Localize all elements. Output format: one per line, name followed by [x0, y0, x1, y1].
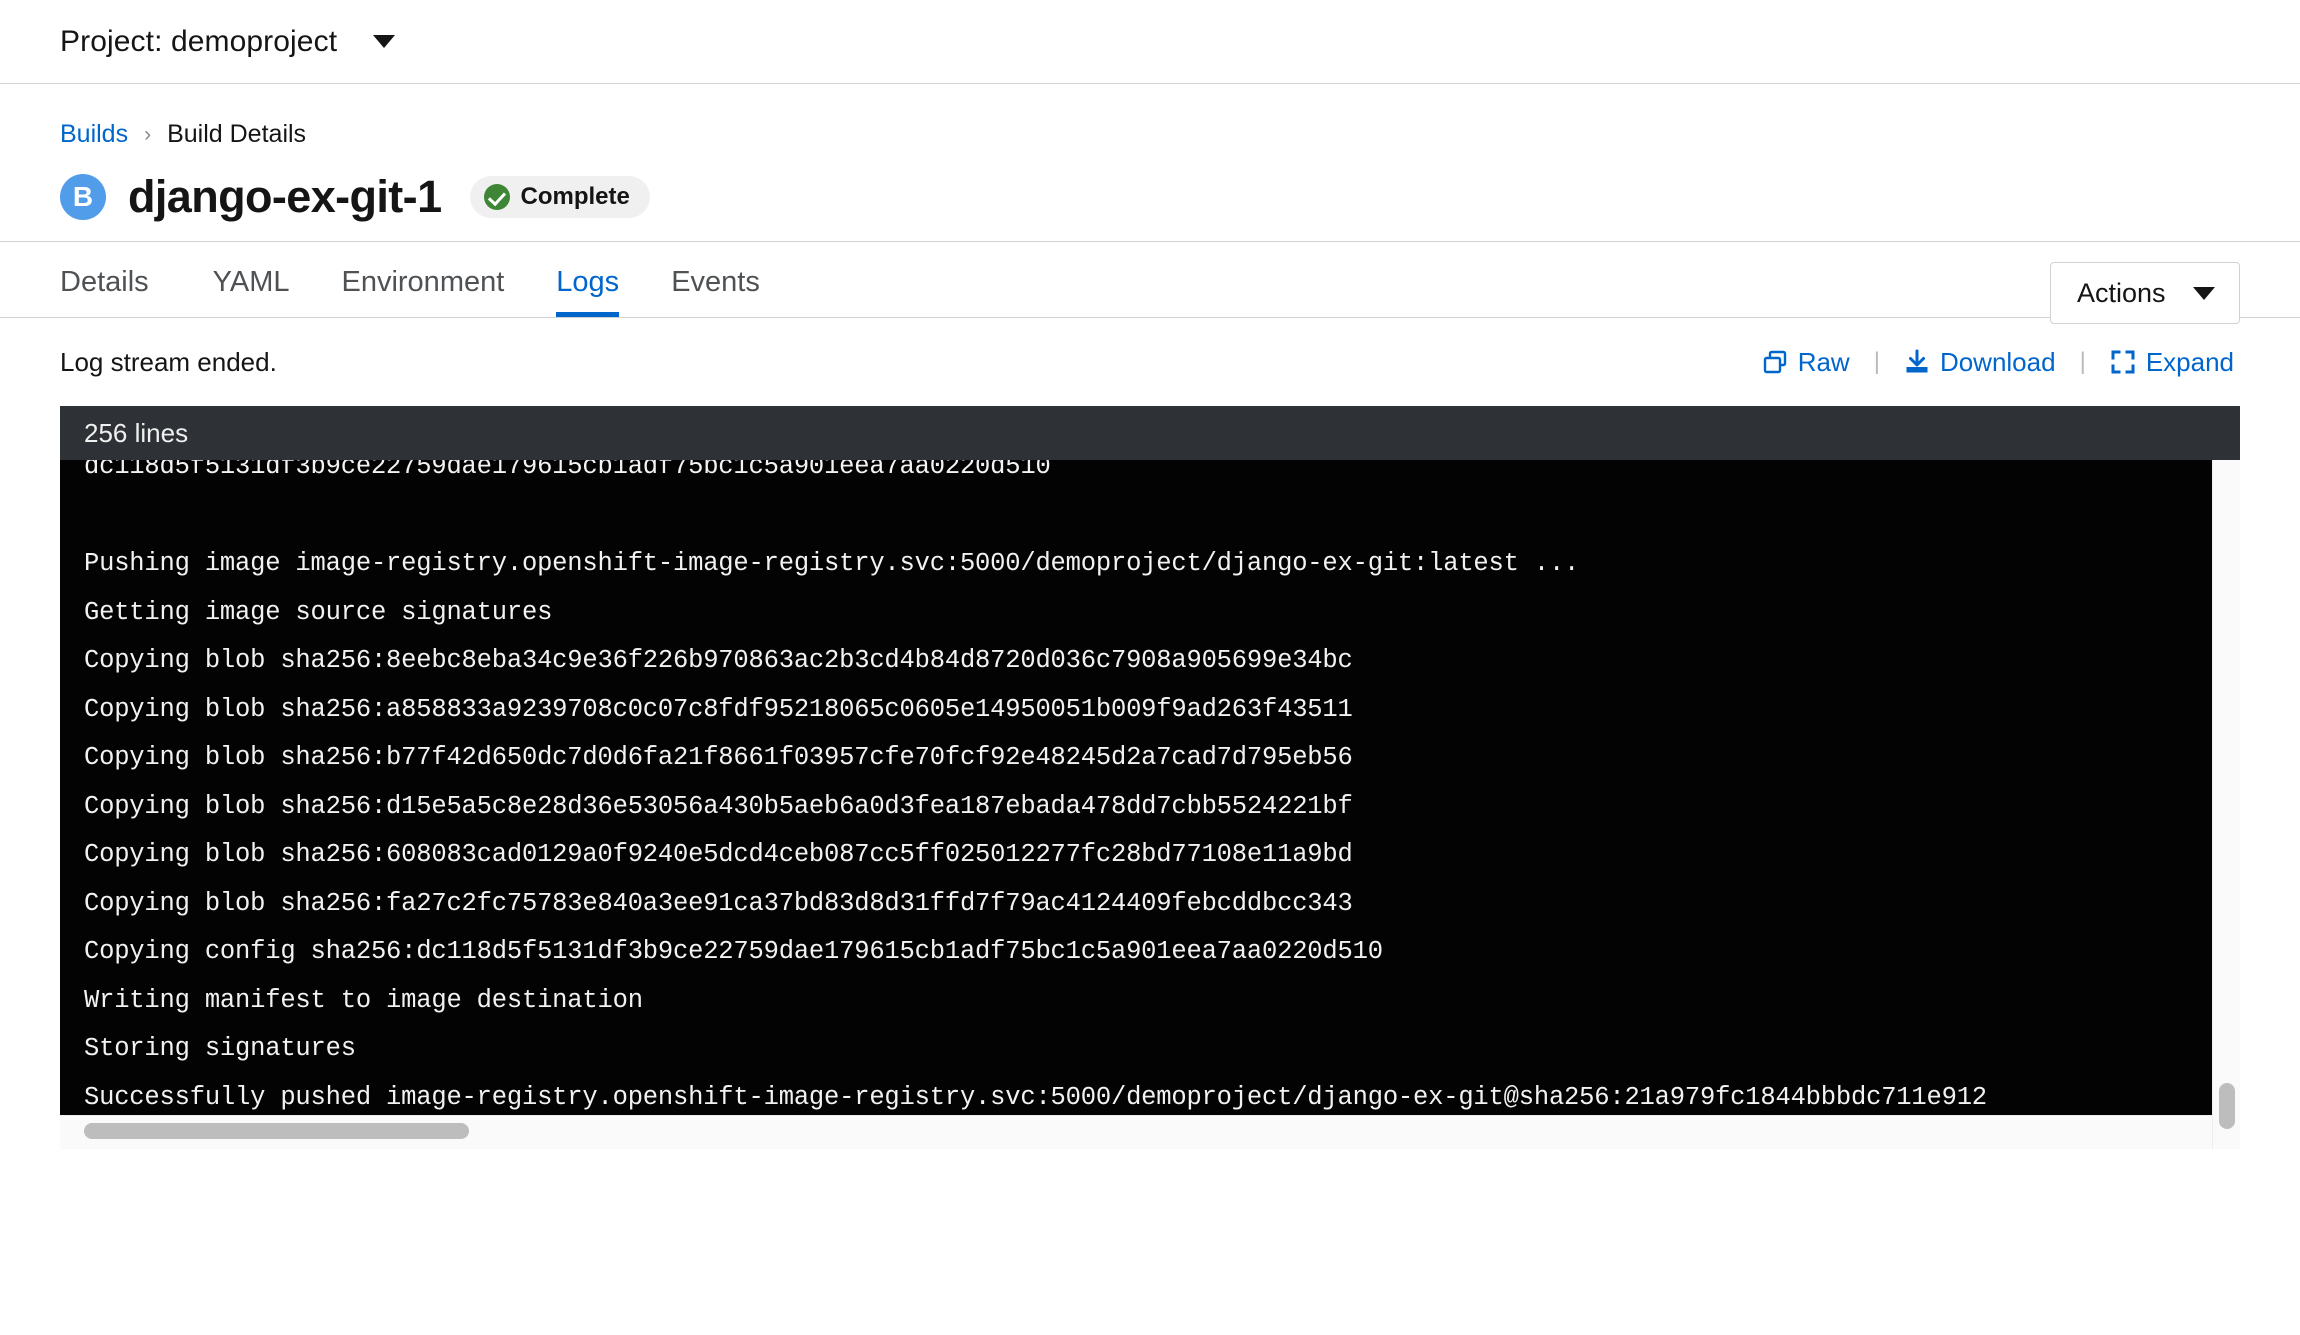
breadcrumb-link-builds[interactable]: Builds: [60, 120, 128, 149]
title-row: B django-ex-git-1 Complete: [60, 171, 2240, 241]
log-vertical-scrollbar-thumb[interactable]: [2219, 1083, 2235, 1129]
log-horizontal-scrollbar-thumb[interactable]: [84, 1123, 469, 1139]
breadcrumb-current: Build Details: [167, 120, 307, 148]
log-line: Copying blob sha256:d15e5a5c8e28d36e5305…: [84, 791, 1353, 821]
project-selector[interactable]: Project: demoproject: [60, 24, 396, 59]
breadcrumb-separator: ›: [144, 122, 152, 146]
download-link-label: Download: [1939, 346, 2056, 377]
log-lines-container: dc118d5f5131df3b9ce22759dae179615cb1adf7…: [60, 460, 1987, 1115]
log-line: Getting image source signatures: [84, 597, 553, 627]
log-line-count: 256 lines: [60, 406, 2240, 460]
log-toolbar: Log stream ended. Raw | Download | Expan…: [60, 318, 2240, 406]
build-resource-icon: B: [60, 174, 106, 220]
project-selector-label: Project: demoproject: [60, 24, 338, 58]
log-line: Copying blob sha256:608083cad0129a0f9240…: [84, 840, 1353, 869]
raw-link-label: Raw: [1797, 346, 1850, 377]
log-line: Copying blob sha256:a858833a9239708c0c07…: [84, 694, 1353, 724]
log-line: Pushing image image-registry.openshift-i…: [84, 549, 1580, 578]
expand-corners-icon: [2110, 349, 2136, 375]
log-line: Successfully pushed image-registry.opens…: [84, 1082, 1987, 1112]
log-vertical-scrollbar[interactable]: [2212, 460, 2240, 1149]
tab-details[interactable]: Details: [60, 266, 175, 317]
log-line: Copying blob sha256:b77f42d650dc7d0d6fa2…: [84, 743, 1353, 772]
log-toolbar-actions: Raw | Download | Expand: [1756, 347, 2240, 378]
breadcrumb: Builds › Build Details: [60, 120, 2240, 149]
status-badge: Complete: [469, 176, 650, 218]
log-line: Copying config sha256:dc118d5f5131df3b9c…: [84, 937, 1383, 966]
log-horizontal-scrollbar[interactable]: [60, 1115, 2240, 1149]
copy-window-icon: [1762, 349, 1788, 375]
tab-logs[interactable]: Logs: [530, 266, 645, 317]
log-panel: 256 lines dc118d5f5131df3b9ce22759dae179…: [60, 406, 2240, 1149]
expand-link-label: Expand: [2145, 346, 2234, 377]
raw-link[interactable]: Raw: [1756, 347, 1856, 378]
status-badge-label: Complete: [520, 183, 630, 210]
toolbar-separator: |: [1873, 348, 1880, 375]
actions-button[interactable]: Actions: [2050, 262, 2240, 324]
log-line: Writing manifest to image destination: [84, 985, 643, 1015]
project-bar: Project: demoproject: [0, 0, 2300, 84]
page-title: django-ex-git-1: [128, 171, 442, 222]
log-line: dc118d5f5131df3b9ce22759dae179615cb1adf7…: [84, 460, 1051, 481]
tab-bar: Details YAML Environment Logs Events: [0, 242, 2300, 318]
log-stream-status: Log stream ended.: [60, 346, 277, 377]
toolbar-separator: |: [2079, 348, 2086, 375]
tab-environment[interactable]: Environment: [315, 266, 530, 317]
log-output[interactable]: dc118d5f5131df3b9ce22759dae179615cb1adf7…: [60, 460, 2240, 1115]
tab-yaml[interactable]: YAML: [187, 266, 316, 317]
tab-events[interactable]: Events: [645, 266, 786, 317]
check-circle-icon: [483, 184, 510, 210]
log-line: Copying blob sha256:fa27c2fc75783e840a3e…: [84, 888, 1353, 918]
log-area: Log stream ended. Raw | Download | Expan…: [0, 318, 2300, 1149]
actions-button-label: Actions: [2077, 277, 2166, 308]
download-link[interactable]: Download: [1898, 347, 2062, 378]
log-line: Storing signatures: [84, 1034, 356, 1063]
chevron-down-icon: [373, 35, 396, 48]
download-icon: [1904, 349, 1930, 375]
expand-link[interactable]: Expand: [2104, 347, 2240, 378]
chevron-down-icon: [2193, 286, 2215, 300]
page-header: Builds › Build Details B django-ex-git-1…: [0, 84, 2300, 324]
log-line: Copying blob sha256:8eebc8eba34c9e36f226…: [84, 646, 1353, 675]
